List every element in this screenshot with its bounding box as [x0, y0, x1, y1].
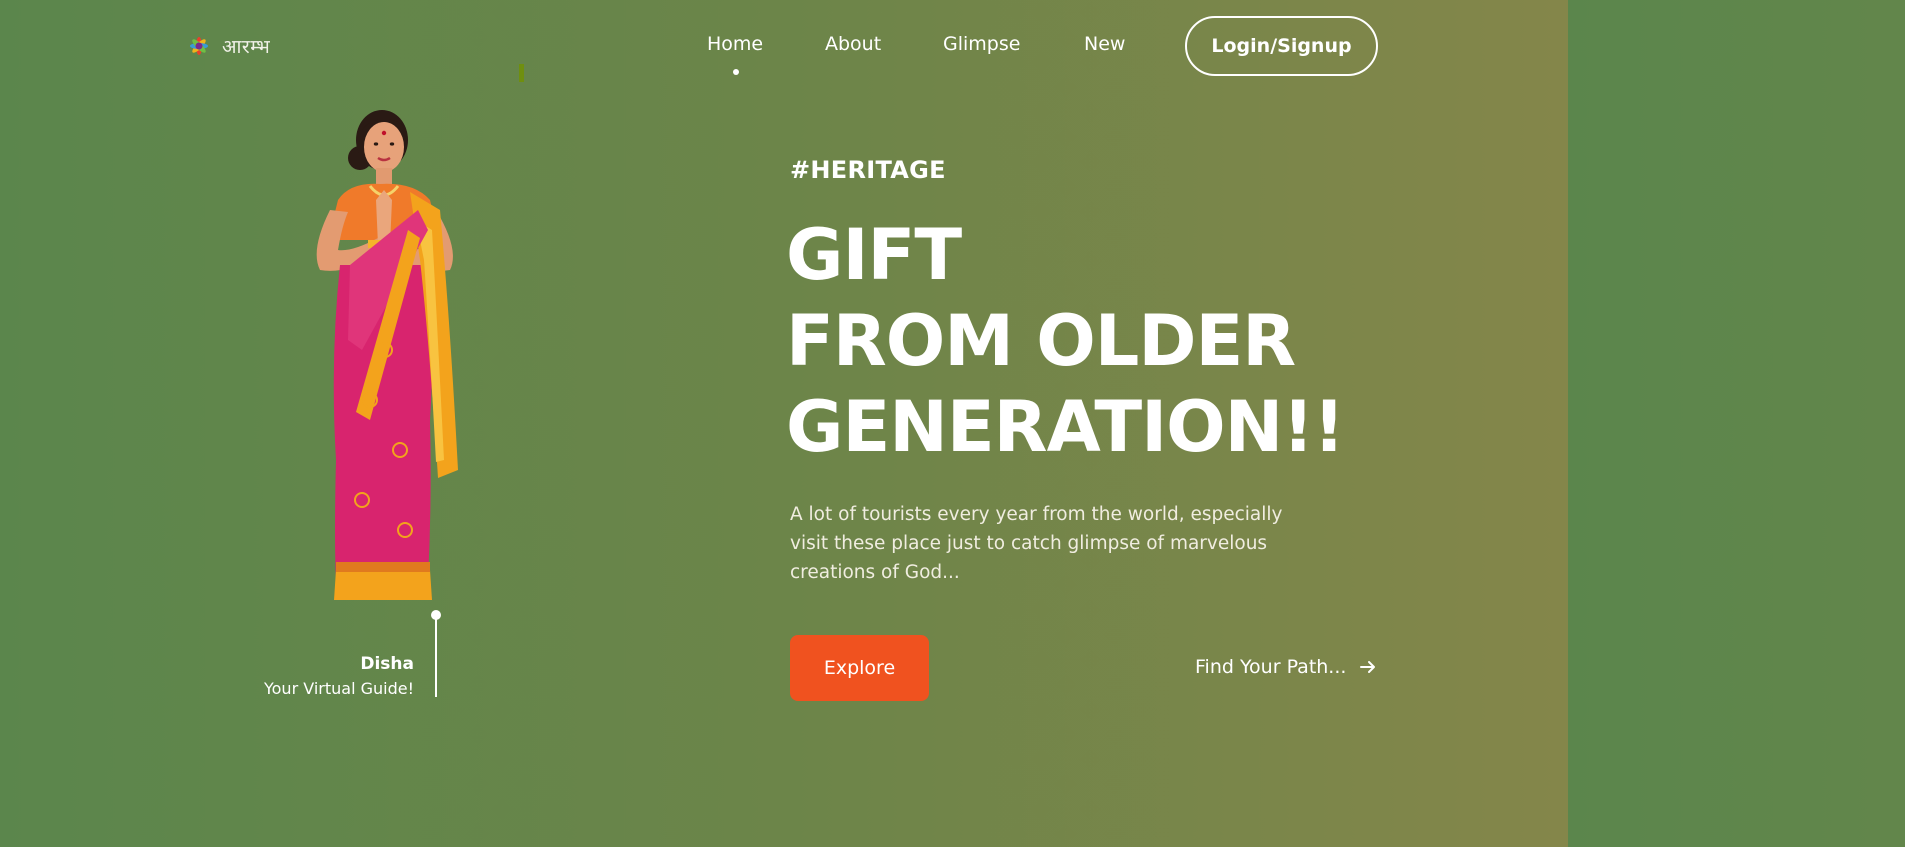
hero-title: GIFT FROM OLDER GENERATION!! — [786, 212, 1345, 470]
find-your-path-link[interactable]: Find Your Path... — [1195, 656, 1376, 678]
active-nav-indicator — [733, 69, 739, 75]
hero-description: A lot of tourists every year from the wo… — [790, 504, 1283, 583]
nav-new[interactable]: New — [1084, 33, 1125, 55]
nav-glimpse[interactable]: Glimpse — [943, 33, 1020, 55]
guide-role: Your Virtual Guide! — [263, 679, 414, 698]
guide-name: Disha — [360, 654, 414, 674]
login-signup-button[interactable]: Login/Signup — [1185, 16, 1378, 76]
hero-tag: #HERITAGE — [790, 156, 946, 184]
nav-home[interactable]: Home — [707, 33, 763, 55]
woman-in-saree-namaste-illustration — [316, 110, 458, 600]
hero-title-line: GIFT — [786, 214, 962, 296]
hero-title-line: FROM OLDER — [786, 300, 1296, 382]
find-path-label: Find Your Path... — [1195, 656, 1347, 678]
guide-pointer-line — [435, 616, 437, 697]
explore-button[interactable]: Explore — [790, 635, 929, 701]
decorative-mark — [519, 64, 524, 82]
nav-about[interactable]: About — [825, 33, 881, 55]
hero-title-line: GENERATION!! — [786, 386, 1345, 468]
arrow-right-icon — [1360, 661, 1376, 673]
